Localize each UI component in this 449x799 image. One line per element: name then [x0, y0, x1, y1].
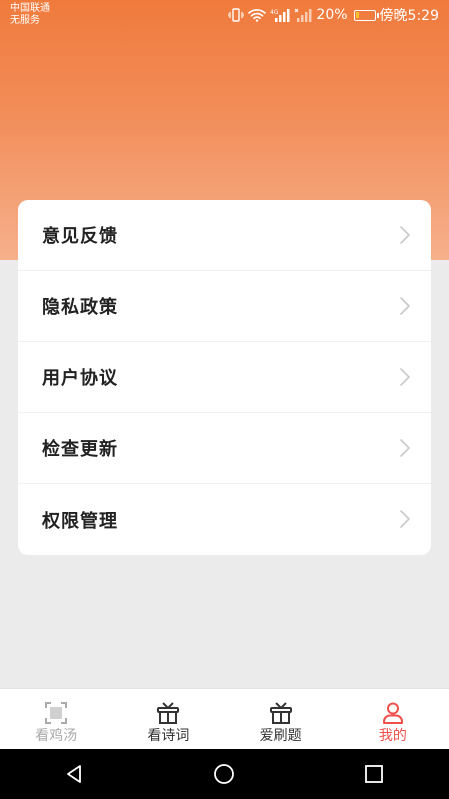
- status-time: 傍晚5:29: [379, 8, 439, 24]
- scan-frame-icon: [45, 702, 68, 724]
- signal-badge: 4G: [270, 9, 279, 16]
- home-circle-icon: [214, 764, 235, 784]
- status-icons: 4G 20% 傍晚5:29: [228, 6, 439, 24]
- vibrate-icon: [228, 8, 245, 22]
- gift-box-icon: [269, 702, 292, 724]
- chevron-right-icon: [400, 439, 410, 457]
- wifi-icon: [248, 8, 267, 22]
- battery-icon: [353, 9, 379, 21]
- chevron-right-icon: [400, 226, 410, 244]
- menu-item[interactable]: 检查更新: [18, 413, 431, 484]
- system-navigation-bar: [0, 749, 449, 799]
- carrier-info: 中国联通 无服务: [10, 3, 50, 27]
- recents-button[interactable]: [344, 749, 404, 799]
- tab-item[interactable]: 我的: [337, 689, 449, 749]
- tab-label: 爱刷题: [259, 728, 302, 744]
- bottom-tab-bar: 看鸡汤 看诗词 爱刷题 我的: [0, 688, 449, 749]
- tab-label: 看鸡汤: [35, 728, 78, 744]
- battery-level: [355, 11, 359, 18]
- carrier-name: 中国联通: [10, 3, 50, 14]
- chevron-right-icon: [400, 368, 410, 386]
- back-button[interactable]: [45, 749, 105, 799]
- menu-item[interactable]: 权限管理: [18, 484, 431, 555]
- chevron-right-icon: [400, 510, 410, 528]
- tab-item[interactable]: 爱刷题: [225, 689, 337, 749]
- tab-label: 我的: [378, 728, 407, 744]
- menu-item[interactable]: 隐私政策: [18, 271, 431, 342]
- status-bar: 中国联通 无服务 4G 20% 傍晚5:29: [0, 0, 449, 32]
- cellular-signal-icon: 4G: [270, 8, 290, 22]
- menu-item-label: 用户协议: [42, 368, 118, 389]
- menu-item-label: 意见反馈: [42, 226, 118, 247]
- tab-label: 看诗词: [147, 728, 190, 744]
- menu-item[interactable]: 意见反馈: [18, 200, 431, 271]
- battery-percent: 20%: [316, 7, 348, 23]
- settings-menu-card: 意见反馈隐私政策用户协议检查更新权限管理: [18, 200, 431, 555]
- menu-item-label: 检查更新: [42, 439, 118, 460]
- back-triangle-icon: [66, 765, 81, 783]
- gift-box-icon: [157, 702, 180, 724]
- tab-item[interactable]: 看鸡汤: [0, 689, 112, 749]
- menu-item[interactable]: 用户协议: [18, 342, 431, 413]
- menu-item-label: 隐私政策: [42, 297, 118, 318]
- person-icon: [382, 702, 403, 724]
- no-signal-icon: [294, 8, 312, 22]
- home-button[interactable]: [194, 749, 254, 799]
- recents-square-icon: [365, 765, 384, 783]
- tab-item[interactable]: 看诗词: [112, 689, 224, 749]
- chevron-right-icon: [400, 297, 410, 315]
- carrier-service-status: 无服务: [10, 15, 40, 26]
- menu-item-label: 权限管理: [42, 510, 118, 532]
